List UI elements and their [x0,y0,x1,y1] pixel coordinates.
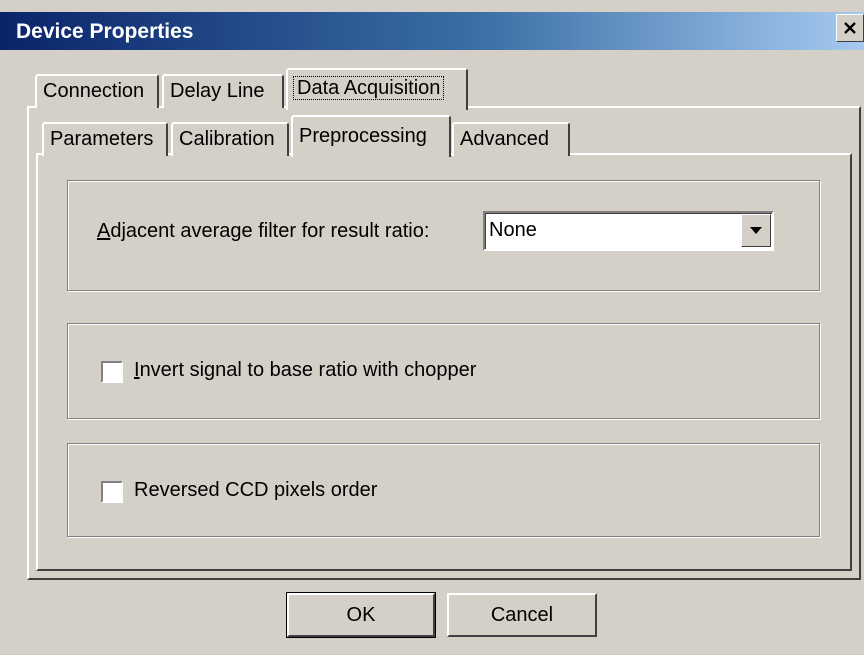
filter-label: Adjacent average filter for result ratio… [97,220,429,243]
ok-button-label: OK [346,603,376,626]
invert-signal-label[interactable]: Invert signal to base ratio with chopper [134,359,476,382]
filter-select[interactable]: None [483,211,774,251]
window-title: Device Properties [16,20,194,43]
tab-advanced[interactable]: Advanced [452,122,570,156]
tab-label: Parameters [50,128,154,150]
tab-delay-line[interactable]: Delay Line [162,74,284,108]
close-icon [844,22,856,34]
dropdown-button[interactable] [741,214,771,247]
ok-button[interactable]: OK [286,592,436,638]
reversed-ccd-checkbox[interactable] [101,481,123,503]
title-bar: Device Properties [0,12,864,50]
cancel-button[interactable]: Cancel [447,593,597,637]
tab-connection[interactable]: Connection [35,74,159,108]
reversed-ccd-label[interactable]: Reversed CCD pixels order [134,479,377,502]
tab-parameters[interactable]: Parameters [42,122,168,156]
close-button[interactable] [836,14,864,42]
tab-data-acquisition[interactable]: Data Acquisition [286,68,468,110]
tab-label: Connection [43,80,145,102]
tab-label: Preprocessing [299,125,427,147]
filter-select-value: None [489,219,537,241]
chevron-down-icon [750,227,762,234]
filter-label-text: djacent average filter for result ratio: [110,220,430,242]
filter-label-accelerator: A [97,220,111,242]
tab-label: Advanced [460,128,549,150]
tab-preprocessing[interactable]: Preprocessing [291,115,451,157]
tab-label: Calibration [179,128,275,150]
cancel-button-label: Cancel [490,603,554,626]
tab-label: Data Acquisition [292,76,445,100]
invert-signal-checkbox[interactable] [101,361,123,383]
tab-label: Delay Line [170,80,265,102]
invert-label-text: nvert signal to base ratio with chopper [139,359,477,381]
tab-calibration[interactable]: Calibration [171,122,289,156]
